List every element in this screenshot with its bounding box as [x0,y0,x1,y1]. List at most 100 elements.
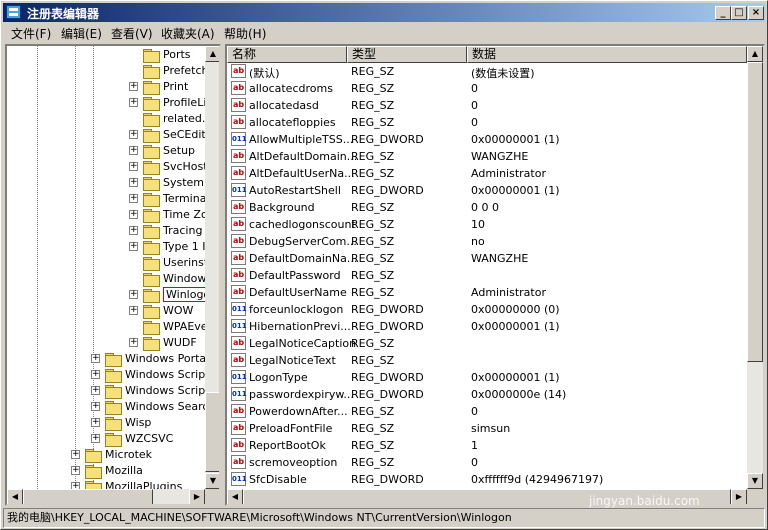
tree-expand-button[interactable]: + [129,242,138,251]
tree-expand-button[interactable]: + [129,82,138,91]
column-header-data[interactable]: 数据 [467,46,747,63]
value-row[interactable]: ab LegalNoticeCaption REG_SZ [227,335,747,352]
tree-expand-button[interactable]: + [129,210,138,219]
values-pane[interactable]: 名称 类型 数据 ab (默认) REG_SZ (数值未设置) ab allocatecd… [225,44,765,506]
value-row[interactable]: ab (默认) REG_SZ (数值未设置) [227,63,747,80]
menu-file[interactable]: 文件(F) [11,25,51,42]
tree-node[interactable]: + Windows Script I [7,367,205,383]
tree-scroll-up-button[interactable]: ▲ [205,46,219,62]
value-row[interactable]: ab LegalNoticeText REG_SZ [227,352,747,369]
value-row[interactable]: ab ReportBootOk REG_SZ 1 [227,437,747,454]
tree-node[interactable]: Prefetch [7,63,205,79]
menu-help[interactable]: 帮助(H) [224,25,266,42]
tree-expand-button[interactable]: + [129,162,138,171]
tree-node[interactable]: + Setup [7,143,205,159]
tree-horizontal-scrollbar[interactable]: ◀ ▶ [7,489,205,504]
tree-vertical-scrollbar[interactable]: ▲ ▼ [205,46,219,489]
tree-node[interactable]: + Winlogon [7,287,205,303]
key-tree-pane[interactable]: Ports Prefetch + Print + ProfileList related.d… [5,44,221,506]
tree-node[interactable]: + SvcHost [7,159,205,175]
value-row[interactable]: 011 AutoRestartShell REG_DWORD 0x00000001 (… [227,182,747,199]
tree-node[interactable]: Windows [7,271,205,287]
values-scroll-left-button[interactable]: ◀ [227,489,243,504]
minimize-button[interactable]: _ [715,6,731,20]
tree-node[interactable]: + MozillaPlugins [7,479,205,489]
value-row[interactable]: ab scremoveoption REG_SZ 0 [227,454,747,471]
value-row[interactable]: ab AltDefaultDomain... REG_SZ WANGZHE [227,148,747,165]
value-row[interactable]: 011 forceunlocklogon REG_DWORD 0x00000000 (… [227,301,747,318]
tree-expand-button[interactable]: + [129,338,138,347]
tree-node[interactable]: WPAEve [7,319,205,335]
value-row[interactable]: 011 AllowMultipleTSS... REG_DWORD 0x0000000… [227,131,747,148]
tree-node[interactable]: + Terminal [7,191,205,207]
title-bar[interactable]: 注册表编辑器 _ □ × [3,3,765,22]
tree-node[interactable]: + Microtek [7,447,205,463]
tree-scroll-thumb[interactable] [205,392,219,472]
tree-scroll-down-button[interactable]: ▼ [205,473,219,489]
value-row[interactable]: ab Background REG_SZ 0 0 0 [227,199,747,216]
tree-expand-button[interactable]: + [129,194,138,203]
tree-node[interactable]: + Type 1 I [7,239,205,255]
tree-node[interactable]: related.d [7,111,205,127]
tree-expand-button[interactable]: + [91,434,100,443]
value-row[interactable]: 011 HibernationPrevi... REG_DWORD 0x0000000… [227,318,747,335]
tree-scroll-right-button[interactable]: ▶ [189,489,205,504]
value-row[interactable]: ab DefaultDomainNa... REG_SZ WANGZHE [227,250,747,267]
values-horizontal-scrollbar[interactable]: ◀ ▶ [227,489,747,504]
values-vertical-scrollbar[interactable]: ▲ ▼ [747,46,763,489]
tree-expand-button[interactable]: + [129,306,138,315]
menu-edit[interactable]: 编辑(E) [61,25,102,42]
tree-expand-button[interactable]: + [129,130,138,139]
tree-node[interactable]: + WOW [7,303,205,319]
tree-node[interactable]: + Windows Portab [7,351,205,367]
tree-expand-button[interactable]: + [91,402,100,411]
tree-scroll-left-button[interactable]: ◀ [7,489,23,504]
value-row[interactable]: ab PowerdownAfter... REG_SZ 0 [227,403,747,420]
tree-node[interactable]: + Mozilla [7,463,205,479]
value-row[interactable]: ab DebugServerCom... REG_SZ no [227,233,747,250]
value-row[interactable]: ab allocatedasd REG_SZ 0 [227,97,747,114]
values-scroll-down-button[interactable]: ▼ [747,473,763,489]
value-row[interactable]: ab PreloadFontFile REG_SZ simsun [227,420,747,437]
tree-node[interactable]: + WUDF [7,335,205,351]
tree-expand-button[interactable]: + [129,178,138,187]
value-row[interactable]: ab DefaultUserName REG_SZ Administrator [227,284,747,301]
tree-node[interactable]: + Print [7,79,205,95]
values-hscroll-thumb[interactable] [243,489,731,504]
tree-expand-button[interactable]: + [129,98,138,107]
value-row[interactable]: ab AltDefaultUserNa... REG_SZ Administrator [227,165,747,182]
close-button[interactable]: × [748,6,764,20]
column-header-type[interactable]: 类型 [347,46,467,63]
value-row[interactable]: 011 SfcDisable REG_DWORD 0xffffff9d (429496… [227,471,747,488]
tree-hscroll-thumb[interactable] [23,489,153,504]
tree-expand-button[interactable]: + [91,418,100,427]
column-header-name[interactable]: 名称 [227,46,347,63]
value-row[interactable]: 011 LogonType REG_DWORD 0x00000001 (1) [227,369,747,386]
tree-node[interactable]: + Wisp [7,415,205,431]
value-row[interactable]: 011 passwordexpiryw... REG_DWORD 0x0000000e… [227,386,747,403]
menu-favorites[interactable]: 收藏夹(A) [161,25,215,42]
tree-expand-button[interactable]: + [71,450,80,459]
tree-node[interactable]: + Windows Scriptin [7,383,205,399]
value-row[interactable]: ab allocatefloppies REG_SZ 0 [227,114,747,131]
value-row[interactable]: ab cachedlogonscount REG_SZ 10 [227,216,747,233]
tree-expand-button[interactable]: + [129,290,138,299]
maximize-button[interactable]: □ [731,6,747,20]
tree-expand-button[interactable]: + [129,146,138,155]
tree-expand-button[interactable]: + [71,482,80,489]
tree-node[interactable]: + Windows Search [7,399,205,415]
tree-node[interactable]: + ProfileList [7,95,205,111]
tree-node[interactable]: + SystemR [7,175,205,191]
tree-node[interactable]: Ports [7,47,205,63]
values-scroll-up-button[interactable]: ▲ [747,46,763,62]
tree-node[interactable]: + Tracing [7,223,205,239]
values-scroll-thumb[interactable] [747,62,763,362]
tree-node[interactable]: + WZCSVC [7,431,205,447]
tree-node[interactable]: + SeCEdit [7,127,205,143]
values-scroll-right-button[interactable]: ▶ [731,489,747,504]
value-row[interactable]: ab DefaultPassword REG_SZ [227,267,747,284]
tree-expand-button[interactable]: + [91,354,100,363]
menu-view[interactable]: 查看(V) [111,25,153,42]
tree-node[interactable]: Userinst [7,255,205,271]
tree-expand-button[interactable]: + [71,466,80,475]
